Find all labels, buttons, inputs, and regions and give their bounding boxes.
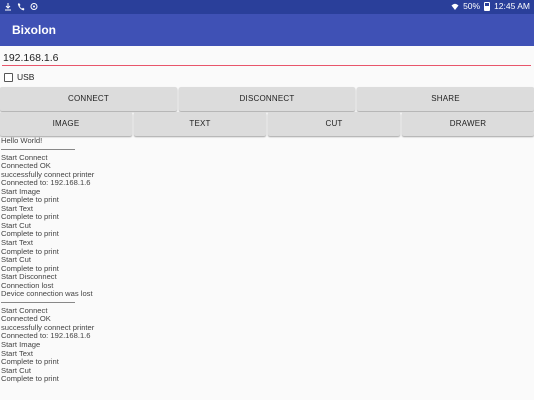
ip-address-input[interactable] — [2, 50, 531, 66]
image-button[interactable]: IMAGE — [0, 112, 132, 136]
log-line: Complete to print — [1, 357, 59, 367]
log-line: Connected to: 192.168.1.6 — [1, 331, 91, 341]
disconnect-button[interactable]: DISCONNECT — [179, 87, 355, 111]
log-line: Complete to print — [1, 374, 59, 384]
status-right: 50% 12:45 AM — [451, 1, 530, 11]
log-section-2: Start Connect Connected OK successfully … — [1, 305, 531, 384]
connect-button[interactable]: CONNECT — [0, 87, 177, 111]
wifi-icon — [451, 3, 459, 10]
log-line: Start Cut — [1, 255, 31, 265]
battery-percent: 50% — [463, 1, 481, 11]
log-line: Start Disconnect — [1, 272, 57, 282]
log-line: Complete to print — [1, 263, 59, 273]
log-line: Start Cut — [1, 220, 31, 230]
phone-icon — [17, 3, 25, 11]
status-time: 12:45 AM — [494, 1, 530, 11]
log-line: Start Connect — [1, 152, 48, 162]
log-divider — [1, 301, 75, 303]
app-bar: Bixolon — [0, 14, 534, 46]
log-line: Start Image — [1, 186, 41, 196]
log-section-1: Start Connect Connected OK successfully … — [1, 152, 531, 299]
drawer-button[interactable]: DRAWER — [402, 112, 534, 136]
status-left-icons — [4, 2, 38, 11]
app-title: Bixolon — [12, 23, 56, 37]
usb-label: USB — [17, 72, 35, 82]
log-line: Complete to print — [1, 229, 59, 239]
usb-option[interactable]: USB — [4, 72, 34, 82]
log-line: Start Cut — [1, 365, 31, 375]
text-button[interactable]: TEXT — [134, 112, 266, 136]
log-divider — [1, 148, 75, 150]
circle-icon — [30, 3, 38, 10]
log-line: Complete to print — [1, 246, 59, 256]
battery-icon — [484, 1, 491, 11]
log-line: Start Text — [1, 348, 33, 358]
log-line: Complete to print — [1, 195, 59, 205]
usb-checkbox[interactable] — [4, 72, 13, 82]
log-line: Start Text — [1, 238, 33, 248]
log-line: Hello World! — [1, 136, 43, 145]
log-line: Complete to print — [1, 212, 59, 222]
status-bar: 50% 12:45 AM — [0, 0, 534, 14]
output-log: Hello World! Start Connect Connected OK … — [1, 136, 531, 384]
share-button[interactable]: SHARE — [357, 87, 534, 111]
log-line: Device connection was lost — [1, 289, 93, 299]
log-line: Start Text — [1, 203, 33, 213]
samsung-icon — [5, 3, 11, 11]
log-line: Start Connect — [1, 305, 48, 315]
log-line: Start Image — [1, 340, 41, 350]
cut-button[interactable]: CUT — [268, 112, 400, 136]
log-line: Connected to: 192.168.1.6 — [1, 178, 91, 188]
